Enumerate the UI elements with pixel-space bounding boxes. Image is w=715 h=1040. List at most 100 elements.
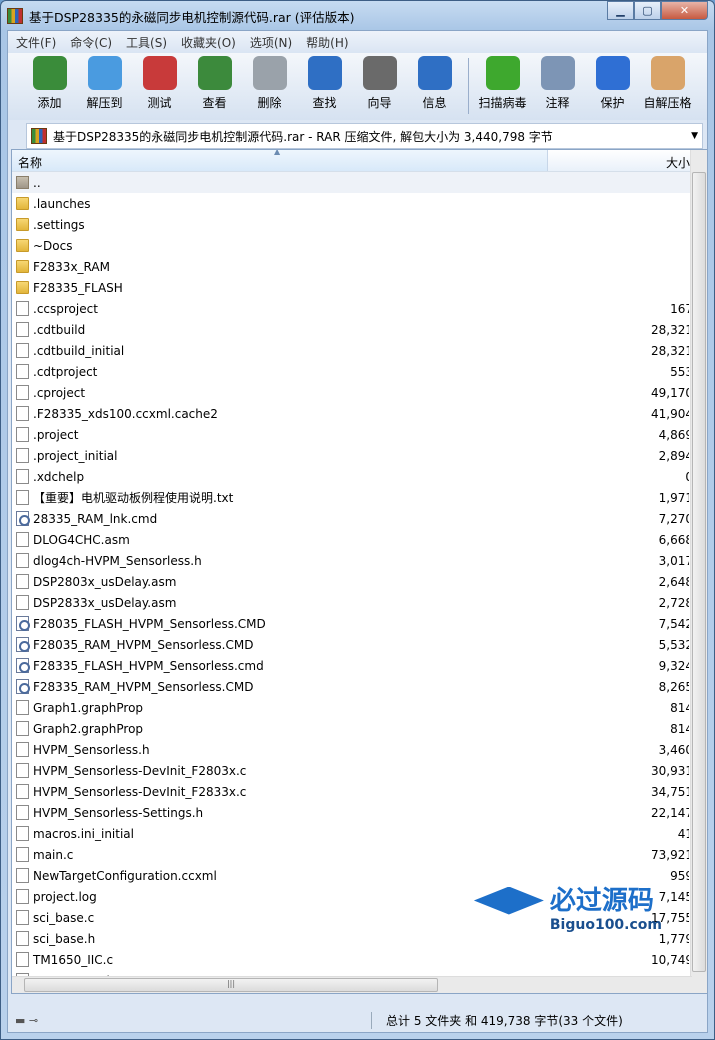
list-item[interactable]: HVPM_Sensorless-Settings.h 22,147 (12, 802, 707, 823)
list-item[interactable]: HVPM_Sensorless-DevInit_F2803x.c 30,931 (12, 760, 707, 781)
file-size: 8,265 (658, 679, 689, 694)
toolbar-button[interactable]: 删除 (242, 56, 297, 111)
list-item[interactable]: .cproject 49,170 (12, 382, 707, 403)
address-bar[interactable]: 基于DSP28335的永磁同步电机控制源代码.rar - RAR 压缩文件, 解… (26, 123, 703, 149)
file-size: 2,728 (658, 595, 689, 610)
file-name-cell: .cdtproject (12, 364, 548, 379)
scroll-thumb[interactable] (692, 172, 706, 972)
title-bar: 基于DSP28335的永磁同步电机控制源代码.rar (评估版本) (7, 5, 355, 27)
list-item[interactable]: .settings (12, 214, 707, 235)
file-name-cell: .xdchelp (12, 469, 548, 484)
file-size-cell: 9,324 (548, 659, 689, 673)
minimize-button[interactable]: ▁ (607, 1, 634, 20)
list-item[interactable]: .F28335_xds100.ccxml.cache2 41,904 (12, 403, 707, 424)
file-name-cell: HVPM_Sensorless-Settings.h (12, 805, 548, 820)
toolbar-button[interactable]: 测试 (132, 56, 187, 111)
menu-item[interactable]: 工具(S) (126, 34, 167, 50)
file-name-cell: DLOG4CHC.asm (12, 532, 548, 547)
list-item[interactable]: DSP2833x_usDelay.asm 2,728 (12, 592, 707, 613)
toolbar-button[interactable]: 注释 (530, 56, 585, 111)
list-item[interactable]: Graph2.graphProp 814 (12, 718, 707, 739)
toolbar-button[interactable]: 查看 (187, 56, 242, 111)
maximize-button[interactable]: ▢ (634, 1, 661, 20)
list-item[interactable]: F28335_FLASH_HVPM_Sensorless.cmd 9,324 (12, 655, 707, 676)
file-size: 73,921 (651, 847, 689, 862)
list-item[interactable]: F2833x_RAM (12, 256, 707, 277)
menu-item[interactable]: 帮助(H) (306, 34, 348, 50)
file-size: 9,324 (658, 658, 689, 673)
file-name: Graph1.graphProp (33, 700, 144, 715)
vertical-scrollbar[interactable] (690, 150, 707, 993)
list-item[interactable]: F28335_RAM_HVPM_Sensorless.CMD 8,265 (12, 676, 707, 697)
list-item[interactable]: Graph1.graphProp 814 (12, 697, 707, 718)
toolbar-button[interactable]: 查找 (297, 56, 352, 111)
list-item[interactable]: dlog4ch-HVPM_Sensorless.h 3,017 (12, 550, 707, 571)
file-icon (16, 742, 29, 757)
toolbar-button[interactable]: 信息 (407, 56, 462, 111)
wizard-wand-icon (362, 56, 397, 90)
menu-item[interactable]: 命令(C) (70, 34, 112, 50)
file-size-cell: 41,904 (548, 407, 689, 421)
list-item[interactable]: main.c 73,921 (12, 844, 707, 865)
toolbar-button-label: 查找 (312, 96, 337, 110)
toolbar-button[interactable]: 保护 (585, 56, 640, 111)
list-item[interactable]: .project_initial 2,894 (12, 445, 707, 466)
list-item[interactable]: .ccsproject 167 (12, 298, 707, 319)
file-size: 7,542 (658, 616, 689, 631)
list-item[interactable]: DSP2803x_usDelay.asm 2,648 (12, 571, 707, 592)
list-item[interactable]: DLOG4CHC.asm 6,668 (12, 529, 707, 550)
view-book-icon (197, 56, 232, 90)
list-item[interactable]: 28335_RAM_lnk.cmd 7,270 (12, 508, 707, 529)
list-item[interactable]: 【重要】电机驱动板例程使用说明.txt 1,971 (12, 487, 707, 508)
list-item[interactable]: macros.ini_initial 41 (12, 823, 707, 844)
list-item[interactable]: .cdtbuild 28,321 (12, 319, 707, 340)
menu-item[interactable]: 文件(F) (16, 34, 56, 50)
list-item[interactable]: .xdchelp 0 (12, 466, 707, 487)
toolbar-button[interactable]: 添加 (22, 56, 77, 111)
file-size-cell: 2,728 (548, 596, 689, 610)
file-icon (16, 721, 29, 736)
list-item[interactable]: F28035_FLASH_HVPM_Sensorless.CMD 7,542 (12, 613, 707, 634)
list-item[interactable]: ~Docs (12, 235, 707, 256)
list-item[interactable]: .cdtproject 553 (12, 361, 707, 382)
file-name-cell: F28335_FLASH_HVPM_Sensorless.cmd (12, 658, 548, 673)
toolbar-button-label: 自解压格 (643, 96, 692, 110)
file-size-cell: 41 (548, 827, 689, 841)
list-item[interactable]: F28035_RAM_HVPM_Sensorless.CMD 5,532 (12, 634, 707, 655)
column-header-size[interactable]: 大小 (548, 150, 690, 171)
file-size-cell: 22,147 (548, 806, 689, 820)
file-name: Graph2.graphProp (33, 721, 144, 736)
toolbar-button[interactable]: 扫描病毒 (475, 56, 530, 111)
file-size-cell: 814 (548, 722, 689, 736)
menu-item[interactable]: 选项(N) (250, 34, 292, 50)
list-item[interactable]: HVPM_Sensorless-DevInit_F2833x.c 34,751 (12, 781, 707, 802)
column-header-name[interactable]: ▲ 名称 (12, 150, 548, 171)
file-name: .cproject (33, 385, 86, 400)
file-size-cell: 3,017 (548, 554, 689, 568)
file-size: 22,147 (651, 805, 689, 820)
menu-item[interactable]: 收藏夹(O) (181, 34, 236, 50)
list-item[interactable]: .cdtbuild_initial 28,321 (12, 340, 707, 361)
scroll-thumb-horizontal[interactable]: ||| (24, 978, 438, 992)
chevron-down-icon[interactable]: ▼ (691, 131, 698, 141)
toolbar-button[interactable]: 自解压格 (640, 56, 695, 111)
sfx-box-icon (650, 56, 685, 90)
file-name: F28335_RAM_HVPM_Sensorless.CMD (33, 679, 254, 694)
file-size: 167 (670, 301, 689, 316)
list-item[interactable]: F28335_FLASH (12, 277, 707, 298)
file-icon (16, 910, 29, 925)
toolbar-button-label: 添加 (37, 96, 62, 110)
list-item[interactable]: .. (12, 172, 707, 193)
list-item[interactable]: TM1650_IIC.c 10,749 (12, 949, 707, 970)
file-name: .settings (33, 217, 85, 232)
list-item[interactable]: HVPM_Sensorless.h 3,460 (12, 739, 707, 760)
list-item[interactable]: .project 4,869 (12, 424, 707, 445)
close-button[interactable]: ✕ (661, 1, 708, 20)
horizontal-scrollbar[interactable]: ||| (12, 976, 692, 993)
list-item[interactable]: .launches (12, 193, 707, 214)
cmd-file-icon (16, 658, 30, 673)
toolbar-button[interactable]: 向导 (352, 56, 407, 111)
toolbar-button[interactable]: 解压到 (77, 56, 132, 111)
file-size-cell: 5,532 (548, 638, 689, 652)
file-name-cell: TM1650_IIC.c (12, 952, 548, 967)
